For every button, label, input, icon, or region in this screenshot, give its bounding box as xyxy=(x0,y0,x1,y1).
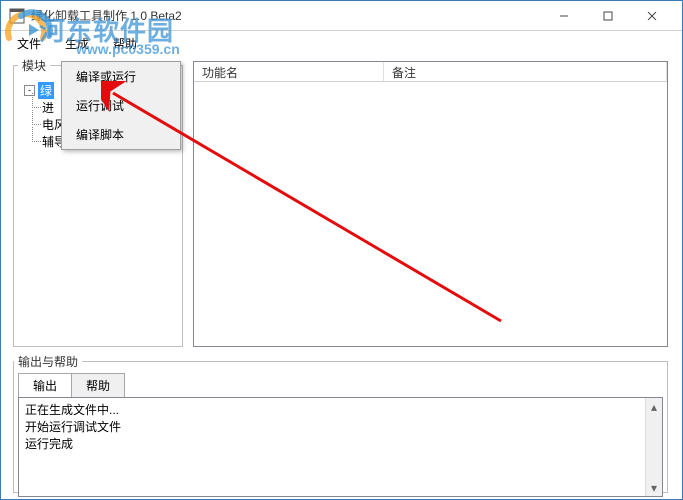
output-panel: 输出与帮助 输出 帮助 正在生成文件中... 开始运行调试文件 运行完成 ▴ ▾ xyxy=(13,353,668,493)
titlebar: 绿化卸载工具制作 1.0 Beta2 xyxy=(1,1,682,31)
list-header: 功能名 备注 xyxy=(194,62,667,82)
ctx-compile-or-run[interactable]: 编译或运行 xyxy=(62,62,180,91)
window-title: 绿化卸载工具制作 1.0 Beta2 xyxy=(31,7,542,24)
ctx-compile-script[interactable]: 编译脚本 xyxy=(62,120,180,149)
window-controls xyxy=(542,2,674,30)
menu-build[interactable]: 生成 xyxy=(55,33,99,54)
menu-file[interactable]: 文件 xyxy=(7,33,51,54)
context-menu: 编译或运行 运行调试 编译脚本 xyxy=(61,61,181,150)
minimize-button[interactable] xyxy=(542,2,586,30)
menubar: 文件 生成 帮助 xyxy=(1,31,682,55)
modules-legend: 模块 xyxy=(18,57,50,74)
menu-help[interactable]: 帮助 xyxy=(103,33,147,54)
app-icon xyxy=(9,8,25,24)
ctx-run-debug[interactable]: 运行调试 xyxy=(62,91,180,120)
output-text: 正在生成文件中... 开始运行调试文件 运行完成 xyxy=(19,398,662,496)
tab-help[interactable]: 帮助 xyxy=(71,373,125,397)
scroll-down-icon[interactable]: ▾ xyxy=(646,479,662,496)
scroll-up-icon[interactable]: ▴ xyxy=(646,398,662,415)
output-tabs: 输出 帮助 xyxy=(18,373,667,397)
output-legend: 输出与帮助 xyxy=(14,353,82,370)
tab-output[interactable]: 输出 xyxy=(18,373,72,397)
function-list[interactable]: 功能名 备注 xyxy=(193,61,668,347)
maximize-button[interactable] xyxy=(586,2,630,30)
output-textarea[interactable]: 正在生成文件中... 开始运行调试文件 运行完成 ▴ ▾ xyxy=(18,397,663,497)
app-window: 绿化卸载工具制作 1.0 Beta2 文件 生成 帮助 模块 - 绿 进 电风扇… xyxy=(0,0,683,500)
col-remark[interactable]: 备注 xyxy=(384,62,667,81)
close-button[interactable] xyxy=(630,2,674,30)
scrollbar-vertical[interactable]: ▴ ▾ xyxy=(645,398,662,496)
col-function-name[interactable]: 功能名 xyxy=(194,62,384,81)
